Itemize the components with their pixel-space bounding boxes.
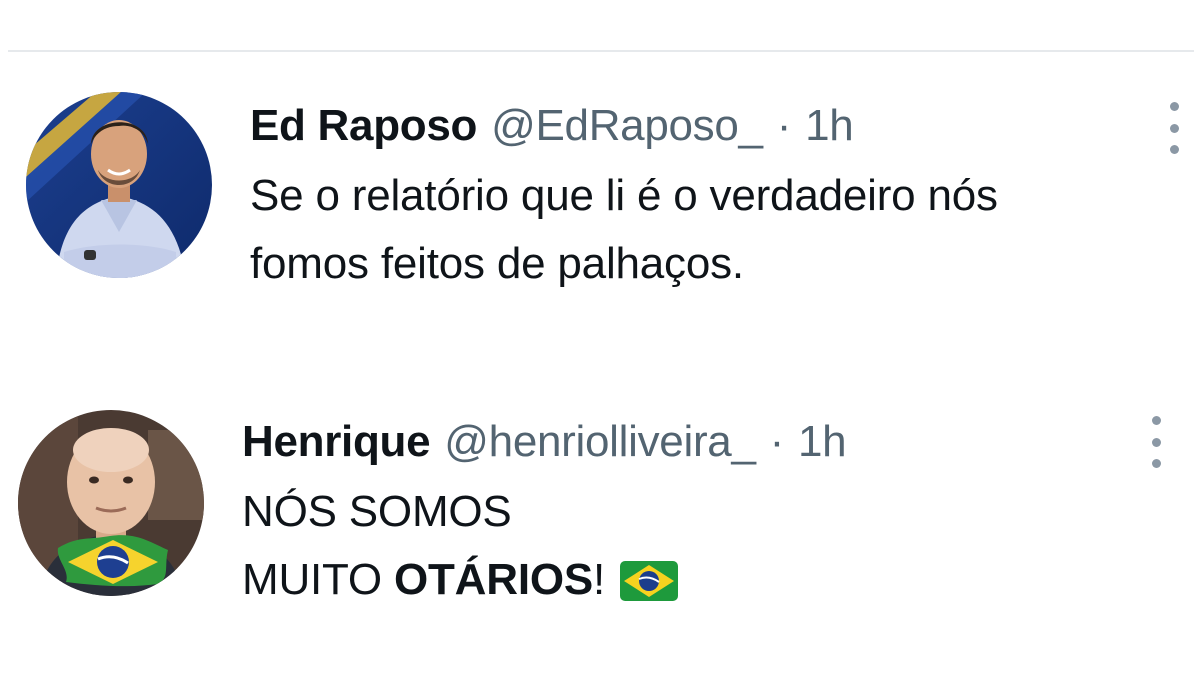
tweet-text-line: Se o relatório que li é o verdadeiro nós <box>250 171 998 220</box>
timestamp[interactable]: 1h <box>805 100 854 152</box>
tweet-header: Henrique @henriolliveira_ · 1h <box>242 416 847 468</box>
tweet-body: Ed Raposo @EdRaposo_ · 1h Se o relatório… <box>250 100 1170 298</box>
more-vertical-icon[interactable] <box>1142 410 1170 474</box>
tweet-text-line: NÓS SOMOS <box>242 487 512 536</box>
brazil-flag-icon <box>620 561 679 601</box>
divider <box>8 50 1194 52</box>
separator: · <box>776 101 792 150</box>
tweet[interactable]: Ed Raposo @EdRaposo_ · 1h Se o relatório… <box>0 92 1200 292</box>
avatar[interactable] <box>26 92 212 278</box>
tweet-text: Se o relatório que li é o verdadeiro nós… <box>250 162 1170 298</box>
text-bold: OTÁRIOS <box>393 555 594 604</box>
more-vertical-icon[interactable] <box>1160 96 1188 160</box>
tweet-text-line: MUITO OTÁRIOS! <box>242 546 846 614</box>
timeline: Ed Raposo @EdRaposo_ · 1h Se o relatório… <box>0 0 1200 674</box>
menu-dot <box>1151 459 1161 468</box>
timestamp[interactable]: 1h <box>798 416 847 468</box>
menu-dot <box>1169 102 1179 111</box>
tweet-body: Henrique @henriolliveira_ · 1h NÓS SOMOS… <box>242 416 847 614</box>
author-handle[interactable]: @EdRaposo_ <box>491 100 763 152</box>
separator: · <box>769 417 785 466</box>
author-name[interactable]: Henrique <box>242 416 431 468</box>
avatar[interactable] <box>18 410 204 596</box>
menu-dot <box>1151 437 1161 447</box>
text-prefix: MUITO <box>242 555 394 604</box>
tweet-text-line: fomos feitos de palhaços. <box>250 239 744 288</box>
menu-dot <box>1169 145 1179 154</box>
tweet-text: NÓS SOMOS MUITO OTÁRIOS! <box>242 478 846 614</box>
author-handle[interactable]: @henriolliveira_ <box>444 416 756 468</box>
author-name[interactable]: Ed Raposo <box>250 100 477 152</box>
menu-dot <box>1151 416 1161 425</box>
menu-dot <box>1169 123 1179 133</box>
tweet-header: Ed Raposo @EdRaposo_ · 1h <box>250 100 1170 152</box>
tweet[interactable]: Henrique @henriolliveira_ · 1h NÓS SOMOS… <box>0 408 1200 608</box>
text-suffix: ! <box>593 555 606 604</box>
